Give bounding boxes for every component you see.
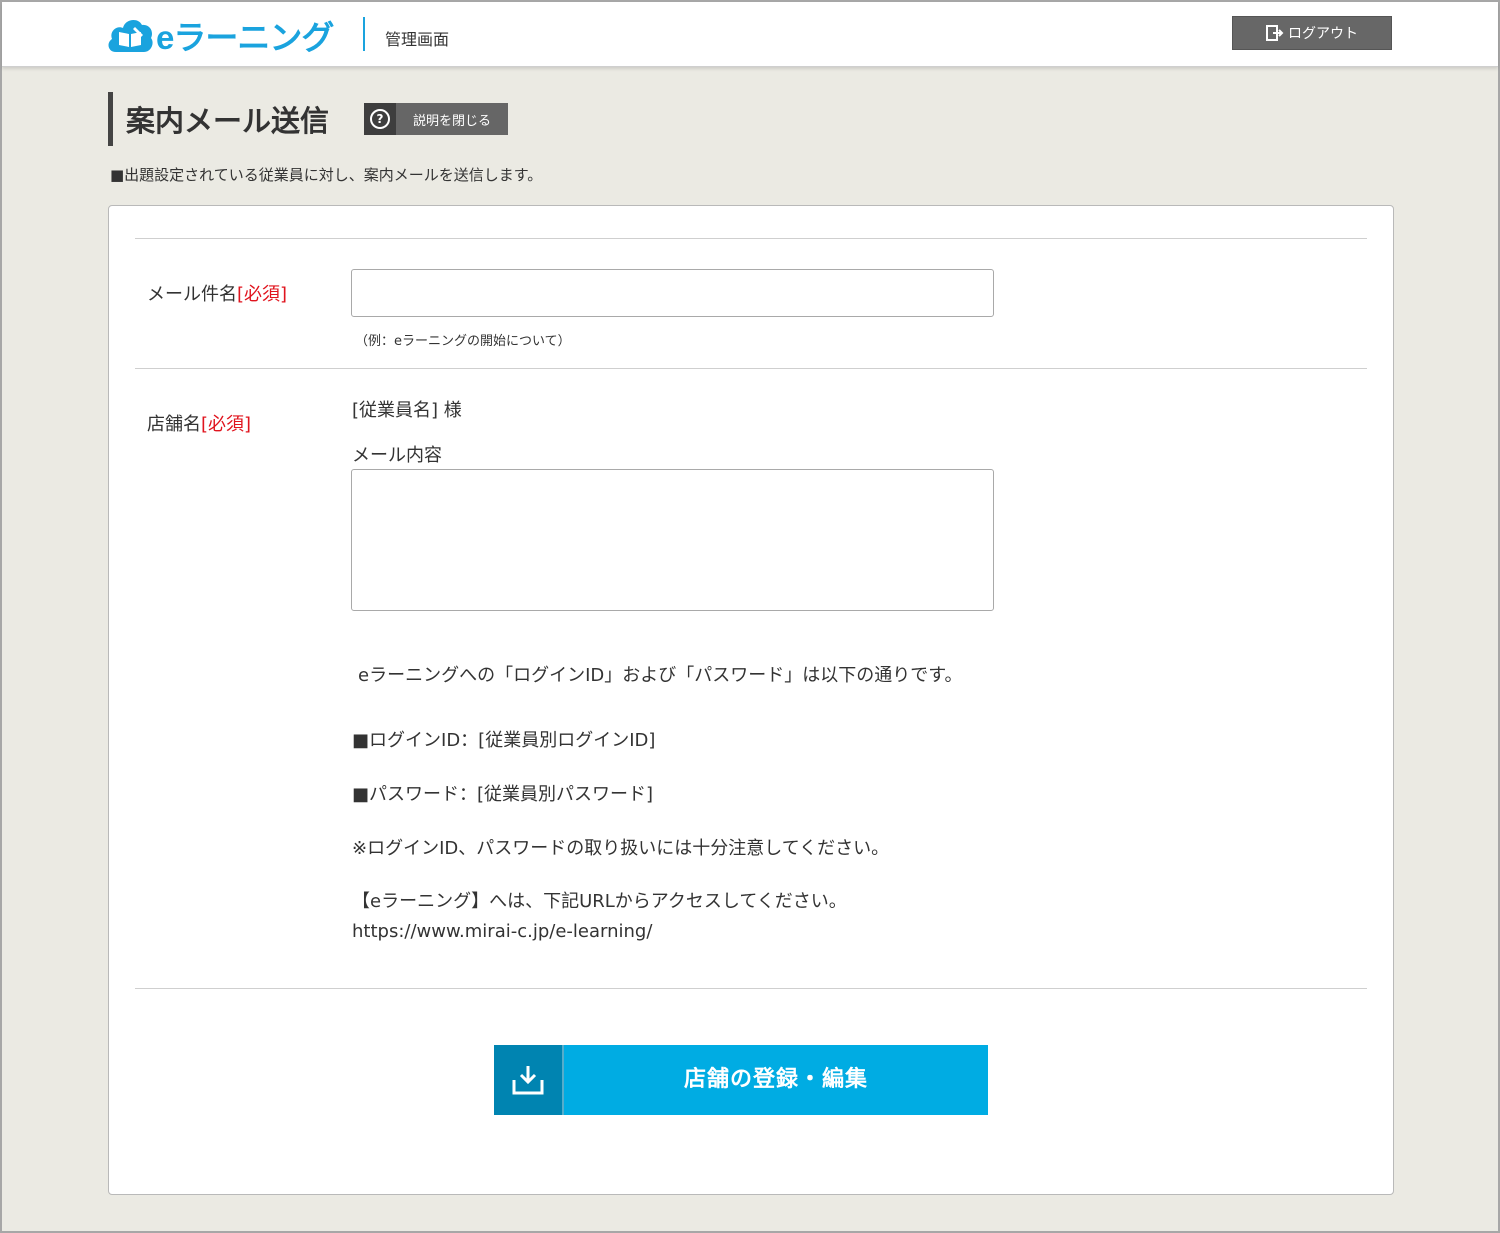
body-label: メール内容 xyxy=(352,445,442,466)
logout-label: ログアウト xyxy=(1288,26,1358,42)
cloud-book-icon xyxy=(108,19,153,52)
body-textarea[interactable] xyxy=(351,469,994,611)
download-tray-icon xyxy=(494,1045,564,1115)
subject-hint: （例：eラーニングの開始について） xyxy=(355,334,571,349)
required-mark: [必須] xyxy=(237,284,288,305)
help-glyph: ? xyxy=(370,109,390,129)
page-description: ■出題設定されている従業員に対し、案内メールを送信します。 xyxy=(110,166,543,184)
fixed-text-intro: eラーニングへの「ログインID」および「パスワード」は以下の通りです。 xyxy=(358,665,963,686)
submit-button[interactable]: 店舗の登録・編集 xyxy=(494,1045,988,1115)
logout-icon xyxy=(1266,25,1284,41)
logo-divider xyxy=(363,17,365,51)
salutation-text: [従業員名] 様 xyxy=(352,400,462,421)
fixed-text-password: ■パスワード：[従業員別パスワード] xyxy=(352,784,654,805)
subject-label: メール件名[必須] xyxy=(147,280,287,306)
help-toggle-button[interactable]: ? 説明を閉じる xyxy=(364,103,508,135)
subject-label-text: メール件名 xyxy=(147,284,237,305)
page-title: 案内メール送信 xyxy=(126,104,330,138)
logo-text: eラーニング xyxy=(156,19,334,56)
submit-label: 店舗の登録・編集 xyxy=(683,1067,868,1092)
divider xyxy=(135,238,1367,239)
fixed-text-login-id: ■ログインID：[従業員別ログインID] xyxy=(352,730,656,751)
fixed-text-url: https://www.mirai-c.jp/e-learning/ xyxy=(352,921,653,942)
subject-input[interactable] xyxy=(351,269,994,317)
logout-button[interactable]: ログアウト xyxy=(1232,16,1392,50)
store-label: 店舗名[必須] xyxy=(147,410,251,436)
title-accent-bar xyxy=(108,92,113,146)
required-mark: [必須] xyxy=(201,414,252,435)
store-label-text: 店舗名 xyxy=(147,414,201,435)
divider xyxy=(135,988,1367,989)
divider xyxy=(135,368,1367,369)
question-circle-icon: ? xyxy=(364,103,396,135)
help-toggle-label: 説明を閉じる xyxy=(412,113,491,129)
logo[interactable]: eラーニング xyxy=(106,12,334,58)
admin-label: 管理画面 xyxy=(385,30,450,49)
header: eラーニング 管理画面 ログアウト xyxy=(2,2,1498,67)
download-tray-svg xyxy=(512,1066,544,1095)
fixed-text-access: 【eラーニング】へは、下記URLからアクセスしてください。 xyxy=(352,891,847,912)
mail-form-panel: メール件名[必須] （例：eラーニングの開始について） 店舗名[必須] [従業員… xyxy=(108,205,1394,1195)
fixed-text-caution: ※ログインID、パスワードの取り扱いには十分注意してください。 xyxy=(352,838,890,859)
